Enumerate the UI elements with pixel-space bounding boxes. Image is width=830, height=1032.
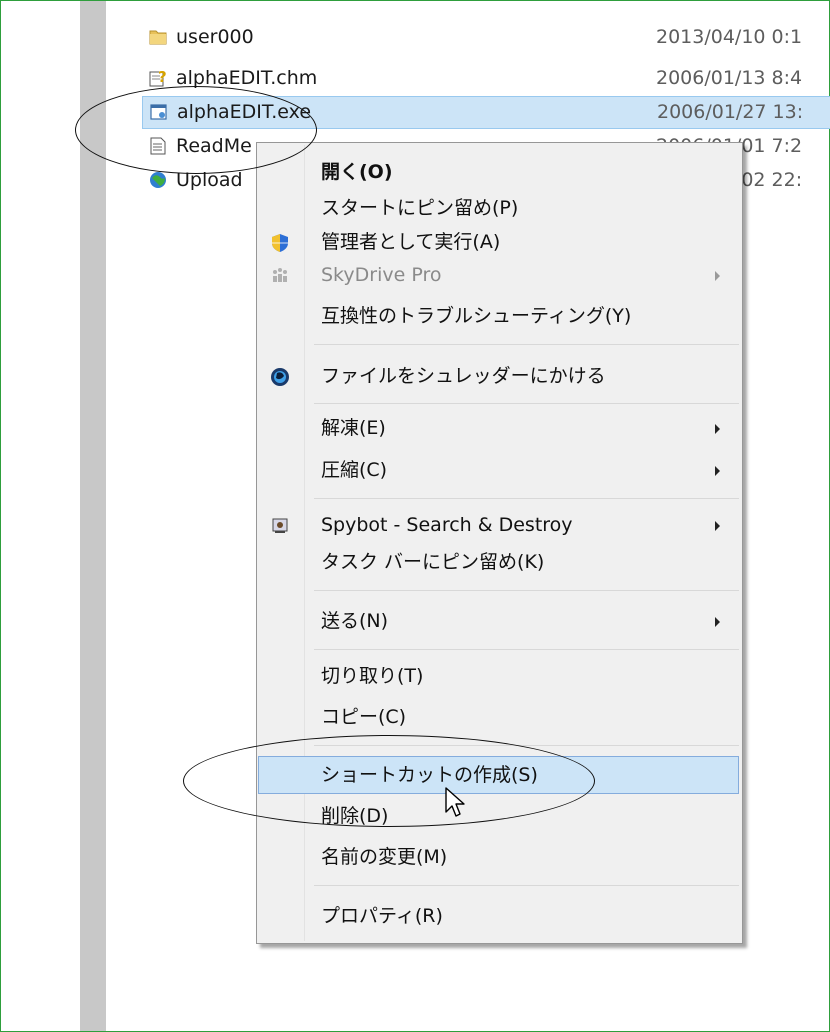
file-row-user000[interactable]: user000 2013/04/10 0:1 [140,21,830,54]
menu-item-rename[interactable]: 名前の変更(M) [259,839,740,875]
menu-item-cut[interactable]: 切り取り(T) [259,658,740,694]
file-row-alphaedit-chm[interactable]: ? alphaEDIT.chm 2006/01/13 8:4 [140,62,830,95]
menu-item-label: コピー(C) [321,706,407,728]
file-name: alphaEDIT.exe [177,101,312,123]
menu-item-extract[interactable]: 解凍(E) [259,410,740,446]
submenu-arrow-icon [715,271,720,281]
text-file-icon [150,137,166,155]
folder-icon [149,30,167,45]
menu-item-label: 管理者として実行(A) [321,231,501,253]
navigation-pane-edge [80,1,106,1031]
skydrive-pro-icon [273,268,287,282]
file-row-alphaedit-exe[interactable]: alphaEDIT.exe 2006/01/27 13: [142,96,830,129]
menu-separator [314,885,739,886]
submenu-arrow-icon [715,424,720,434]
file-name: alphaEDIT.chm [176,67,318,89]
menu-item-create-shortcut[interactable]: ショートカットの作成(S) [258,756,739,794]
menu-item-label: 解凍(E) [321,417,386,439]
menu-item-compress[interactable]: 圧縮(C) [259,452,740,488]
globe-icon [150,172,166,188]
menu-item-label: ファイルをシュレッダーにかける [321,365,606,387]
submenu-arrow-icon [715,521,720,531]
menu-item-run-as-admin[interactable]: 管理者として実行(A) [259,224,740,260]
menu-separator [314,649,739,650]
menu-item-pin-to-start[interactable]: スタートにピン留め(P) [259,190,740,226]
menu-item-label: タスク バーにピン留め(K) [321,551,545,573]
file-name: user000 [176,26,254,48]
menu-item-label: 互換性のトラブルシューティング(Y) [321,305,632,327]
menu-item-pin-to-taskbar[interactable]: タスク バーにピン留め(K) [259,544,740,580]
menu-item-label: 開く(O) [321,161,393,183]
menu-separator [314,344,739,345]
menu-item-label: 削除(D) [321,805,389,827]
menu-item-label: SkyDrive Pro [321,264,442,286]
file-name: Upload [176,169,243,191]
context-menu: 開く(O) スタートにピン留め(P) 管理者として実行(A) SkyDrive … [256,142,743,944]
menu-item-open[interactable]: 開く(O) [259,154,740,190]
menu-separator [314,590,739,591]
shredder-app-icon [271,368,289,386]
help-file-icon: ? [149,68,167,87]
menu-separator [314,498,739,499]
file-date: 2006/01/27 13: [657,101,804,123]
menu-item-label: 送る(N) [321,610,389,632]
menu-item-label: 名前の変更(M) [321,846,448,868]
file-name: ReadMe [176,135,252,157]
menu-item-copy[interactable]: コピー(C) [259,699,740,735]
menu-separator [314,403,739,404]
menu-item-delete[interactable]: 削除(D) [259,798,740,834]
uac-shield-icon [272,234,288,252]
menu-item-label: プロパティ(R) [321,905,443,927]
spybot-icon [272,518,288,533]
menu-item-label: Spybot - Search & Destroy [321,514,573,536]
menu-item-label: スタートにピン留め(P) [321,197,519,219]
menu-item-label: 切り取り(T) [321,665,424,687]
menu-item-compat-troubleshoot[interactable]: 互換性のトラブルシューティング(Y) [259,298,740,334]
menu-item-label: 圧縮(C) [321,459,388,481]
menu-item-send-to[interactable]: 送る(N) [259,603,740,639]
file-date: 2013/04/10 0:1 [656,26,803,48]
menu-item-skydrive-pro[interactable]: SkyDrive Pro [259,257,740,293]
menu-item-label: ショートカットの作成(S) [321,764,538,786]
menu-separator [314,745,739,746]
file-date: 2006/01/13 8:4 [656,67,803,89]
menu-item-shredder[interactable]: ファイルをシュレッダーにかける [259,358,740,394]
submenu-arrow-icon [715,617,720,627]
menu-item-properties[interactable]: プロパティ(R) [259,898,740,934]
submenu-arrow-icon [715,466,720,476]
svg-text:?: ? [158,68,167,86]
mouse-pointer-icon [445,787,465,817]
exe-icon [150,104,167,120]
menu-item-spybot[interactable]: Spybot - Search & Destroy [259,507,740,543]
